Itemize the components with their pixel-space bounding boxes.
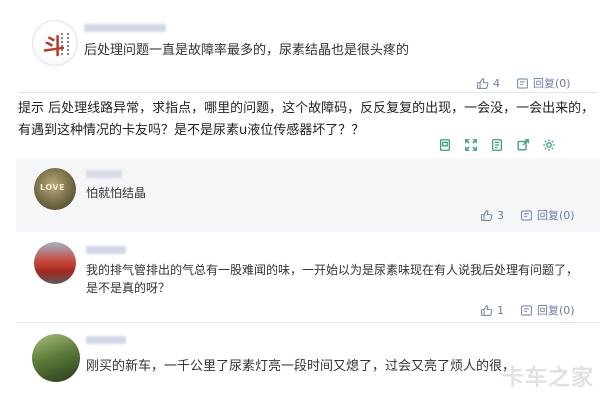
like-count: 1 (497, 303, 504, 317)
divider (18, 92, 598, 93)
reply-label: 回复(0) (537, 304, 575, 317)
thumbs-up-icon (481, 304, 493, 316)
reply-label: 回复(0) (533, 77, 571, 90)
like-button[interactable]: 4 (476, 77, 500, 90)
username-blurred[interactable] (86, 336, 126, 344)
settings-icon (543, 139, 555, 151)
comment-actions: 3 回复(0) (480, 207, 575, 223)
reply-button[interactable]: 回复(0) (520, 302, 575, 318)
username-blurred[interactable] (86, 170, 122, 178)
comment-actions: 4 回复(0) (476, 75, 571, 91)
watermark: 卡车之家 (501, 366, 594, 391)
copy-icon (491, 139, 503, 151)
reply-button[interactable]: 回复(0) (516, 75, 571, 91)
avatar[interactable]: LOVE (34, 168, 76, 210)
expand-icon (465, 139, 477, 151)
reply-icon (521, 305, 532, 315)
comment-text: 我的排气管排出的气总有一股难闻的味，一开始以为是尿素味现在有人说我后处理有问题了… (86, 263, 579, 295)
like-count: 4 (493, 76, 500, 90)
toolbar (432, 134, 562, 156)
toolbar-copy-button[interactable] (484, 134, 510, 156)
avatar-love-text: LOVE (40, 183, 66, 192)
reply-button[interactable]: 回复(0) (520, 207, 575, 223)
like-count: 3 (497, 208, 504, 222)
share-icon (517, 139, 529, 151)
avatar[interactable] (34, 242, 76, 284)
avatar[interactable] (32, 334, 80, 382)
toolbar-share-button[interactable] (510, 134, 536, 156)
comment-text: 怕就怕结晶 (86, 186, 147, 200)
comment-actions: 1 回复(0) (480, 302, 575, 318)
avatar-logo-stripes (61, 33, 69, 55)
comment-text: 刚买的新车，一千公里了尿素灯亮一段时间又熄了，过会又亮了烦人的很， (86, 359, 516, 374)
comment-text: 后处理问题一直是故障率最多的，尿素结晶也是很头疼的 (84, 43, 410, 58)
toolbar-expand-button[interactable] (458, 134, 484, 156)
username-blurred[interactable] (86, 246, 126, 254)
like-button[interactable]: 3 (480, 209, 504, 222)
avatar[interactable]: 斗 (32, 20, 78, 66)
username-blurred[interactable] (84, 24, 166, 32)
reply-icon (517, 78, 528, 88)
thumbs-up-icon (481, 209, 493, 221)
toolbar-settings-button[interactable] (536, 134, 562, 156)
like-button[interactable]: 1 (480, 304, 504, 317)
toolbar-image-button[interactable] (432, 134, 458, 156)
thumbs-up-icon (477, 77, 489, 89)
reply-label: 回复(0) (537, 209, 575, 222)
divider (18, 322, 598, 323)
image-icon (439, 139, 451, 151)
reply-icon (521, 210, 532, 220)
